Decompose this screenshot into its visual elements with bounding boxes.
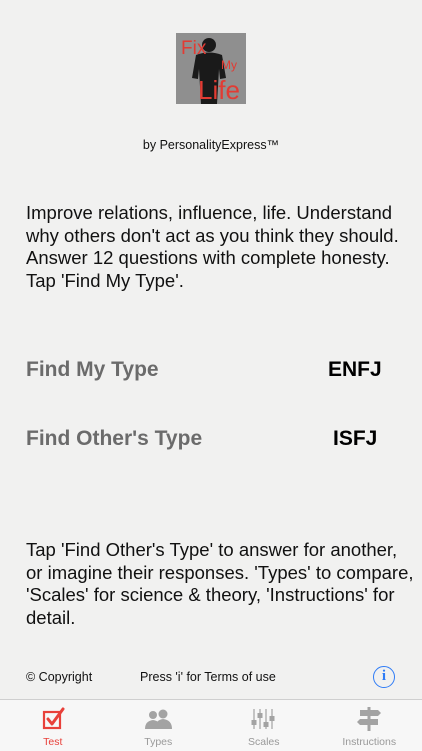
terms-text: Press 'i' for Terms of use (140, 670, 276, 684)
logo-text-fix: Fix (181, 38, 207, 59)
tab-types-label: Types (106, 736, 212, 748)
tab-scales-label: Scales (211, 736, 317, 748)
intro-text: Improve relations, influence, life. Unde… (26, 202, 416, 292)
info-text: Tap 'Find Other's Type' to answer for an… (26, 539, 416, 629)
tab-types[interactable]: Types (106, 700, 212, 751)
find-my-type-button[interactable]: Find My Type (26, 358, 159, 382)
logo-text-life: Life (198, 75, 240, 104)
my-type-value: ENFJ (328, 358, 382, 382)
tab-test-label: Test (0, 736, 106, 748)
info-icon[interactable]: i (373, 666, 395, 688)
logo-text-my: My (221, 58, 237, 72)
tab-test[interactable]: Test (0, 700, 106, 751)
others-type-value: ISFJ (333, 427, 377, 451)
find-my-type-row[interactable]: Find My Type ENFJ (26, 355, 398, 385)
find-others-type-row[interactable]: Find Other's Type ISFJ (26, 424, 398, 454)
checkbox-icon (38, 707, 68, 731)
tab-scales[interactable]: Scales (211, 700, 317, 751)
sliders-icon (249, 707, 279, 731)
signpost-icon (354, 707, 384, 731)
tab-instructions[interactable]: Instructions (317, 700, 422, 751)
tab-bar: Test Types (0, 699, 422, 751)
people-icon (143, 707, 173, 731)
byline: by PersonalityExpress™ (0, 138, 422, 152)
logo-graphic: Fix My Life (176, 33, 246, 104)
tab-instructions-label: Instructions (317, 736, 422, 748)
copyright-link[interactable]: © Copyright (26, 670, 92, 684)
app-logo: Fix My Life (176, 33, 246, 104)
find-others-type-button[interactable]: Find Other's Type (26, 427, 202, 451)
